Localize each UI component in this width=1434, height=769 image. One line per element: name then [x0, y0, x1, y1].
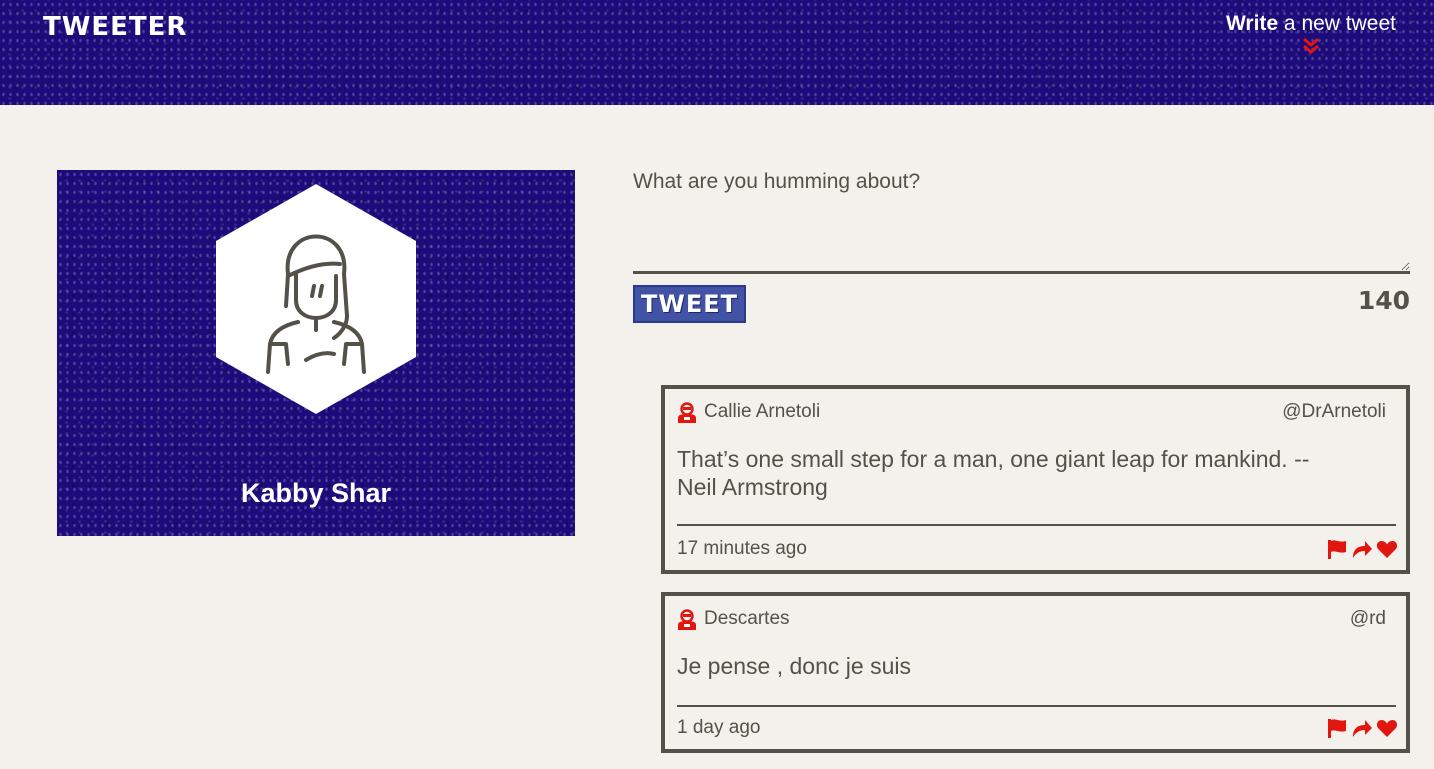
tweet-card: Callie Arnetoli @DrArnetoli That’s one s… [661, 385, 1410, 574]
tweet-content: That’s one small step for a man, one gia… [677, 446, 1310, 500]
double-chevron-down-icon[interactable] [1300, 36, 1322, 56]
profile-username: Kabby Shar [240, 478, 392, 508]
tweet-author-name: Callie Arnetoli [704, 401, 821, 422]
top-nav: TWEETER Write a new tweet [0, 0, 1434, 105]
profile-card: Kabby Shar [57, 170, 575, 536]
tweet-divider [677, 705, 1396, 707]
write-tweet-toggle[interactable]: Write a new tweet [1226, 12, 1396, 56]
tweet-card: Descartes @rd Je pense , donc je suis 1 … [661, 592, 1410, 753]
compose-form: TWEET 140 [633, 168, 1410, 323]
character-counter: 140 [1357, 286, 1410, 315]
write-tweet-strong: Write [1225, 12, 1279, 35]
tweet-divider [677, 524, 1396, 526]
woman-avatar-icon [216, 184, 416, 414]
tweet-footer: 1 day ago [677, 717, 1398, 739]
tweet-timestamp: 17 minutes ago [677, 538, 807, 559]
heart-icon[interactable] [1376, 717, 1398, 739]
tweet-button[interactable]: TWEET [633, 285, 746, 323]
tweet-footer: 17 minutes ago [677, 538, 1398, 560]
tweet-header: Descartes @rd [677, 608, 1386, 634]
user-avatar-icon [678, 609, 696, 630]
tweet-author-handle: @rd [1349, 608, 1386, 629]
tweet-header: Callie Arnetoli @DrArnetoli [677, 401, 1386, 427]
brand-logo[interactable]: TWEETER [43, 12, 187, 42]
tweet-author-handle: @DrArnetoli [1282, 401, 1386, 422]
tweet-content: Je pense , donc je suis [677, 653, 911, 679]
flag-icon[interactable] [1326, 717, 1348, 739]
tweet-input[interactable] [633, 168, 1410, 274]
write-tweet-label[interactable]: Write a new tweet [1226, 12, 1396, 36]
tweet-author-name: Descartes [704, 608, 790, 629]
heart-icon[interactable] [1376, 538, 1398, 560]
tweet-actions [1326, 538, 1398, 560]
retweet-icon[interactable] [1351, 538, 1373, 560]
tweet-actions [1326, 717, 1398, 739]
retweet-icon[interactable] [1351, 717, 1373, 739]
user-avatar-icon [678, 402, 696, 423]
flag-icon[interactable] [1326, 538, 1348, 560]
tweet-timestamp: 1 day ago [677, 717, 761, 738]
write-tweet-rest: a new tweet [1278, 12, 1396, 35]
